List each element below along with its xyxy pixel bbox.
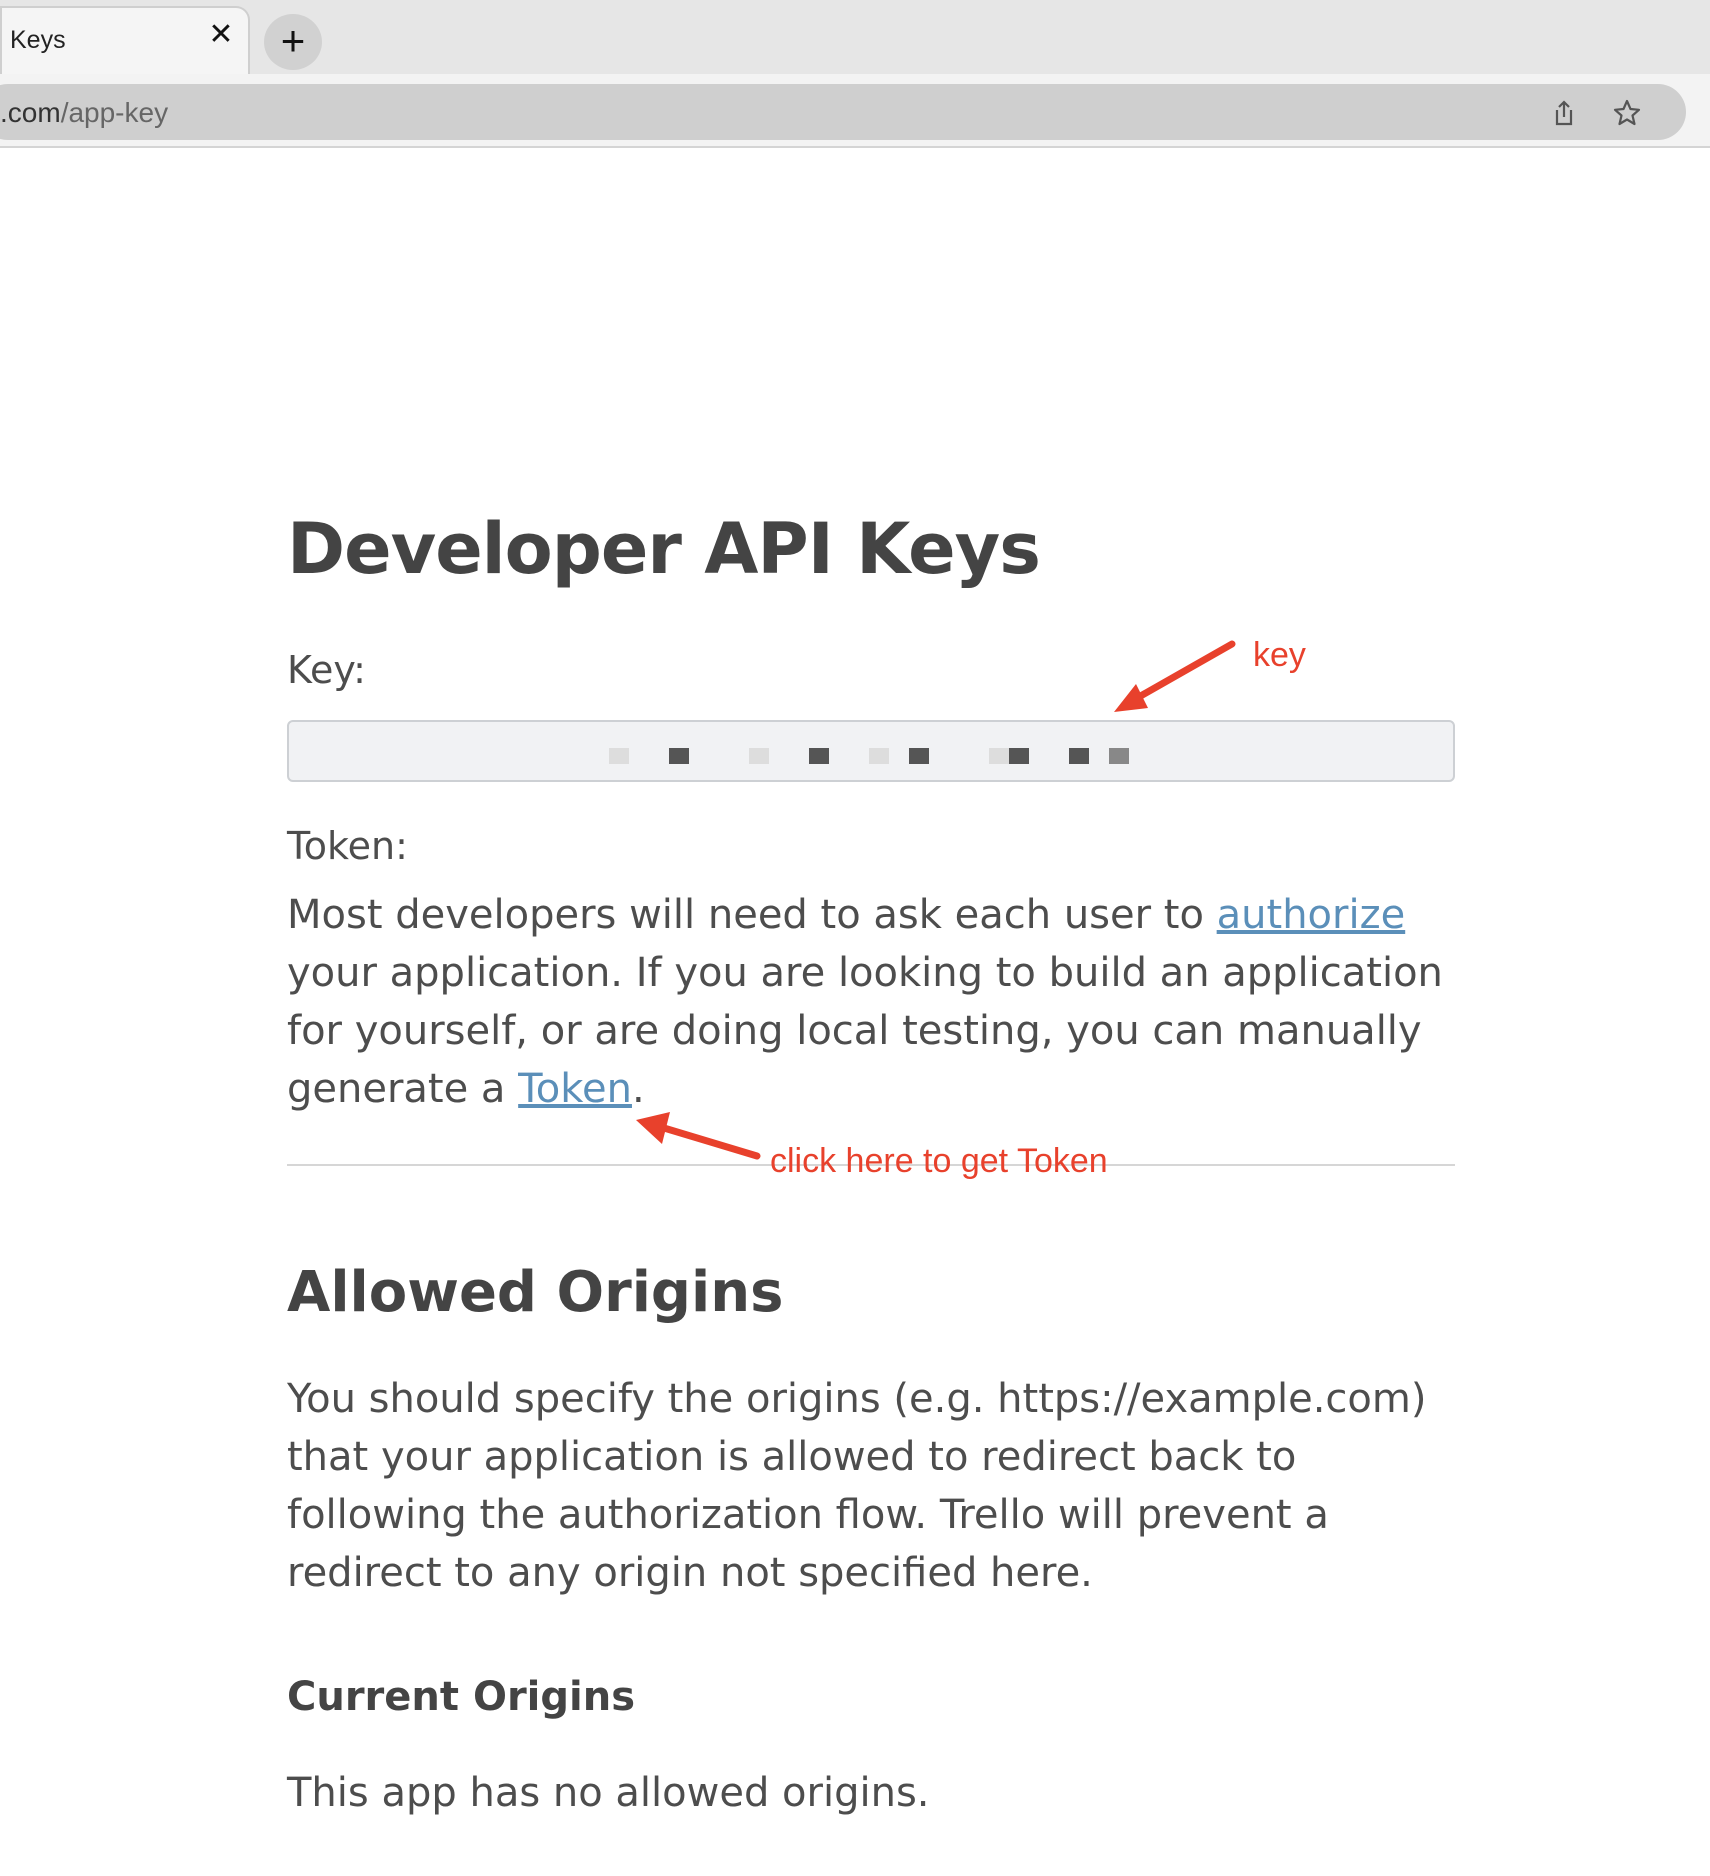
token-text-3: . — [631, 1066, 645, 1112]
share-icon[interactable] — [1549, 98, 1579, 128]
new-tab-button[interactable]: + — [264, 14, 322, 70]
tab-title: Keys — [10, 26, 66, 54]
redacted-block — [809, 748, 829, 764]
url-domain: .com — [0, 97, 61, 128]
browser-tab[interactable]: Keys ✕ — [0, 6, 250, 74]
key-annotation: key — [1253, 636, 1306, 674]
current-origins-title: Current Origins — [287, 1674, 636, 1720]
allowed-origins-title: Allowed Origins — [287, 1260, 784, 1325]
redacted-block — [1009, 748, 1029, 764]
origins-description: You should specify the origins (e.g. htt… — [287, 1376, 1427, 1596]
redacted-block — [609, 748, 629, 764]
token-link[interactable]: Token — [518, 1066, 632, 1112]
no-origins-text: This app has no allowed origins. — [287, 1770, 930, 1816]
token-text-2: your application. If you are looking to … — [287, 950, 1443, 1112]
page-title: Developer API Keys — [287, 508, 1041, 590]
token-label: Token: — [287, 824, 408, 868]
redacted-block — [1069, 748, 1089, 764]
redacted-block — [749, 748, 769, 764]
token-annotation: click here to get Token — [770, 1142, 1108, 1180]
address-bar[interactable]: .com/app-key — [0, 84, 1686, 140]
redacted-block — [909, 748, 929, 764]
api-key-field[interactable] — [287, 720, 1455, 782]
token-description: Most developers will need to ask each us… — [287, 886, 1467, 1118]
redacted-block — [869, 748, 889, 764]
token-text-1: Most developers will need to ask each us… — [287, 892, 1217, 938]
token-arrow-icon — [636, 1112, 761, 1160]
page-content: Developer API Keys Key: Token: Most deve… — [0, 148, 1710, 1876]
close-icon[interactable]: ✕ — [208, 20, 234, 50]
key-arrow-icon — [1114, 640, 1236, 712]
redacted-block — [669, 748, 689, 764]
star-icon[interactable] — [1612, 98, 1642, 128]
redacted-block — [1109, 748, 1129, 764]
redacted-block — [989, 748, 1009, 764]
browser-tab-bar: Keys ✕ + — [0, 0, 1710, 74]
key-label: Key: — [287, 648, 366, 692]
url-text: .com/app-key — [0, 97, 168, 129]
browser-toolbar: .com/app-key — [0, 74, 1710, 148]
authorize-link[interactable]: authorize — [1217, 892, 1406, 938]
url-path: /app-key — [60, 97, 169, 128]
